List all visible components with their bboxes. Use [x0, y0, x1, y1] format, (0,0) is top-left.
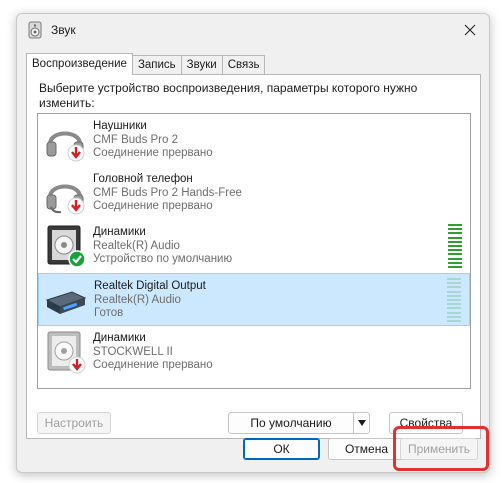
device-status: Соединение прервано — [93, 147, 213, 159]
device-name: Наушники — [93, 120, 147, 132]
speaker-icon — [47, 331, 86, 374]
tab-communications[interactable]: Связь — [221, 55, 266, 75]
speaker-title-icon — [28, 21, 42, 39]
title-bar[interactable]: Звук — [17, 14, 489, 46]
device-status: Готов — [94, 307, 124, 319]
device-item[interactable]: Динамики Realtek(R) Audio Устройство по … — [38, 220, 470, 273]
device-list[interactable]: Наушники CMF Buds Pro 2 Соединение прерв… — [37, 113, 471, 389]
device-name: Realtek Digital Output — [94, 280, 206, 292]
set-default-dropdown[interactable] — [353, 413, 369, 433]
sound-dialog: Звук Воспроизведение Запись Звуки Связь … — [16, 13, 490, 473]
device-item[interactable]: Головной телефон CMF Buds Pro 2 Hands-Fr… — [38, 167, 470, 220]
cancel-button[interactable]: Отмена — [328, 438, 405, 460]
device-name: Динамики — [93, 226, 146, 238]
chevron-down-icon — [357, 420, 366, 426]
apply-button[interactable]: Применить — [400, 438, 478, 460]
tab-sounds[interactable]: Звуки — [180, 55, 223, 75]
headphones-icon — [46, 131, 85, 162]
device-status: Соединение прервано — [93, 200, 213, 212]
window-title: Звук — [51, 23, 76, 37]
device-item-selected[interactable]: Realtek Digital Output Realtek(R) Audio … — [38, 273, 470, 326]
device-model: CMF Buds Pro 2 — [93, 133, 178, 146]
device-name: Динамики — [93, 332, 146, 344]
device-model: STOCKWELL II — [93, 345, 173, 358]
device-item[interactable]: Наушники CMF Buds Pro 2 Соединение прерв… — [38, 114, 470, 167]
close-button[interactable] — [457, 18, 483, 42]
set-default-split-button[interactable]: По умолчанию — [228, 412, 370, 434]
device-status: Устройство по умолчанию — [93, 253, 233, 265]
device-status: Соединение прервано — [93, 359, 213, 371]
instruction-text: Выберите устройство воспроизведения, пар… — [39, 81, 418, 110]
tab-strip: Воспроизведение Запись Звуки Связь — [26, 53, 266, 75]
ok-button[interactable]: ОК — [243, 438, 320, 460]
device-model: CMF Buds Pro 2 Hands-Free — [93, 186, 242, 199]
configure-button[interactable]: Настроить — [37, 412, 111, 434]
tab-recording[interactable]: Запись — [131, 55, 182, 75]
close-icon — [464, 24, 476, 36]
device-model: Realtek(R) Audio — [94, 293, 181, 306]
playback-panel: Выберите устройство воспроизведения, пар… — [26, 74, 481, 439]
volume-level-meter — [448, 224, 462, 268]
digital-output-icon — [45, 291, 87, 314]
speaker-icon — [47, 225, 86, 268]
disconnected-badge-icon — [68, 356, 86, 374]
device-name: Головной телефон — [93, 173, 193, 185]
properties-button[interactable]: Свойства — [389, 412, 463, 434]
default-check-badge-icon — [68, 250, 86, 268]
tab-playback[interactable]: Воспроизведение — [26, 53, 133, 75]
disconnected-badge-icon — [67, 197, 85, 215]
device-item[interactable]: Динамики STOCKWELL II Соединение прерван… — [38, 326, 470, 379]
headset-icon — [46, 184, 85, 215]
device-model: Realtek(R) Audio — [93, 239, 180, 252]
set-default-label[interactable]: По умолчанию — [250, 416, 331, 430]
volume-level-meter — [447, 278, 461, 322]
disconnected-badge-icon — [67, 144, 85, 162]
